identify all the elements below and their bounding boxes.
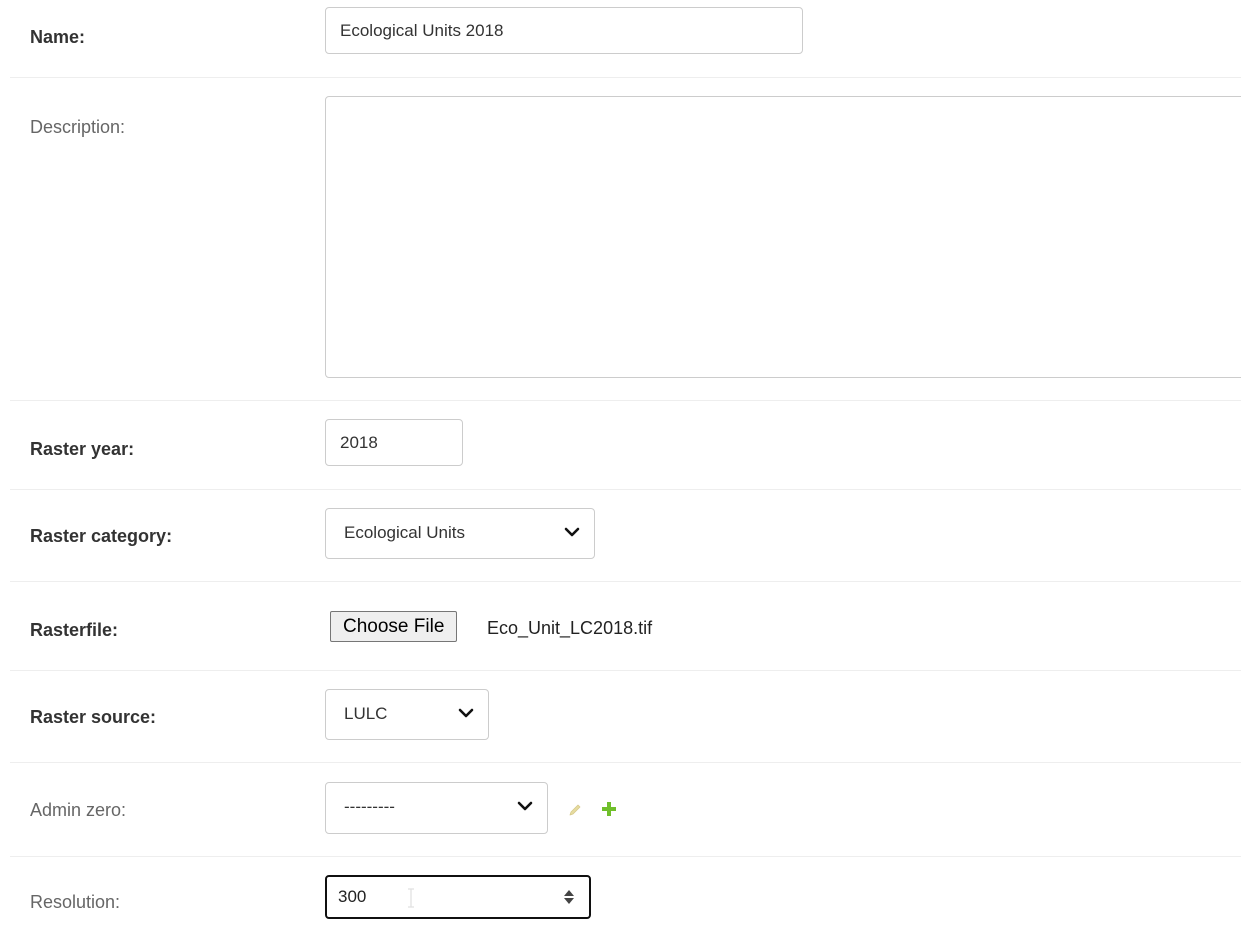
resolution-label: Resolution: bbox=[30, 892, 121, 912]
chevron-down-icon bbox=[517, 801, 533, 811]
raster-form: Name: Description: Raster year: Raster c… bbox=[0, 0, 1241, 941]
raster-source-label: Raster source: bbox=[30, 707, 157, 727]
raster-source-selected: LULC bbox=[344, 704, 388, 723]
raster-category-row: Raster category: Ecological Units bbox=[10, 490, 1241, 582]
chevron-down-icon bbox=[564, 527, 580, 537]
chevron-down-icon bbox=[458, 708, 474, 718]
admin-zero-row: Admin zero: --------- bbox=[10, 763, 1241, 857]
rasterfile-row: Rasterfile: Choose File Eco_Unit_LC2018.… bbox=[10, 582, 1241, 671]
raster-category-label: Raster category: bbox=[30, 526, 173, 546]
name-label: Name: bbox=[30, 27, 86, 47]
admin-zero-label: Admin zero: bbox=[30, 800, 127, 820]
pencil-icon[interactable] bbox=[567, 802, 583, 818]
raster-year-input[interactable] bbox=[325, 419, 463, 466]
raster-year-row: Raster year: bbox=[10, 401, 1241, 490]
raster-category-select[interactable]: Ecological Units bbox=[325, 508, 595, 559]
raster-year-label: Raster year: bbox=[30, 439, 135, 459]
spinner-arrows-icon[interactable] bbox=[563, 888, 575, 906]
plus-icon[interactable] bbox=[601, 801, 617, 817]
raster-source-row: Raster source: LULC bbox=[10, 671, 1241, 763]
choose-file-button[interactable]: Choose File bbox=[330, 611, 458, 642]
selected-file-name: Eco_Unit_LC2018.tif bbox=[487, 618, 653, 638]
admin-zero-select[interactable]: --------- bbox=[325, 782, 548, 834]
description-textarea[interactable] bbox=[325, 96, 1241, 378]
name-input[interactable] bbox=[325, 7, 803, 54]
description-row: Description: bbox=[10, 78, 1241, 401]
text-cursor-icon bbox=[408, 888, 414, 908]
admin-zero-selected: --------- bbox=[344, 797, 395, 816]
raster-category-selected: Ecological Units bbox=[344, 523, 465, 542]
raster-source-select[interactable]: LULC bbox=[325, 689, 489, 740]
rasterfile-label: Rasterfile: bbox=[30, 620, 119, 640]
resolution-input[interactable]: 300 bbox=[325, 875, 591, 919]
resolution-row: Resolution: 300 bbox=[10, 857, 1241, 941]
description-label: Description: bbox=[30, 117, 126, 137]
name-row: Name: bbox=[10, 0, 1241, 78]
resolution-value: 300 bbox=[338, 887, 367, 906]
